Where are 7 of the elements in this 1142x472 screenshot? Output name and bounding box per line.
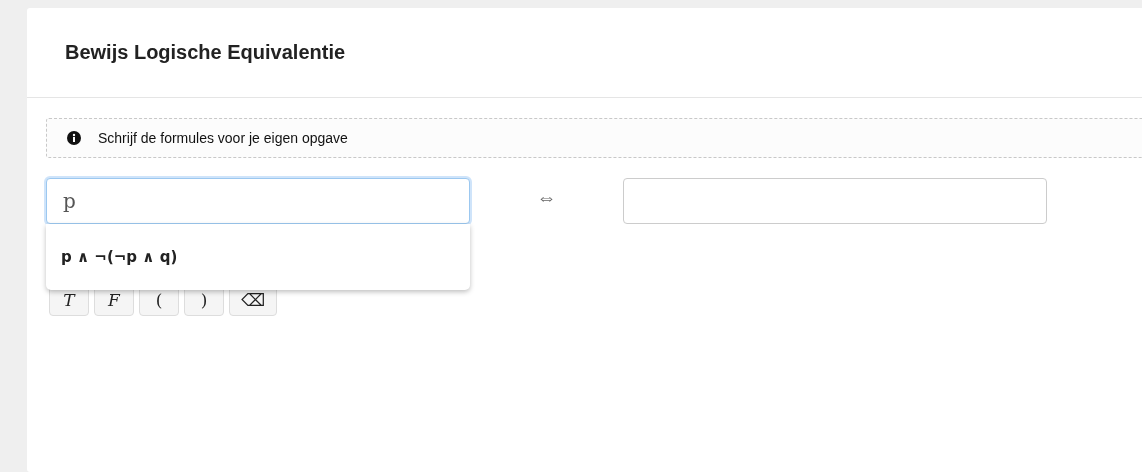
- suggestion-item[interactable]: p ∧ ¬(¬p ∧ q): [46, 248, 178, 266]
- formula-input[interactable]: [623, 178, 1047, 224]
- page-title: Bewijs Logische Equivalentie: [65, 41, 346, 64]
- info-text: Schrijf de formules voor je eigen opgave: [98, 130, 348, 146]
- equivalence-symbol: ⇔: [535, 186, 558, 209]
- formula-input[interactable]: p: [46, 178, 470, 224]
- info-icon: [67, 131, 81, 145]
